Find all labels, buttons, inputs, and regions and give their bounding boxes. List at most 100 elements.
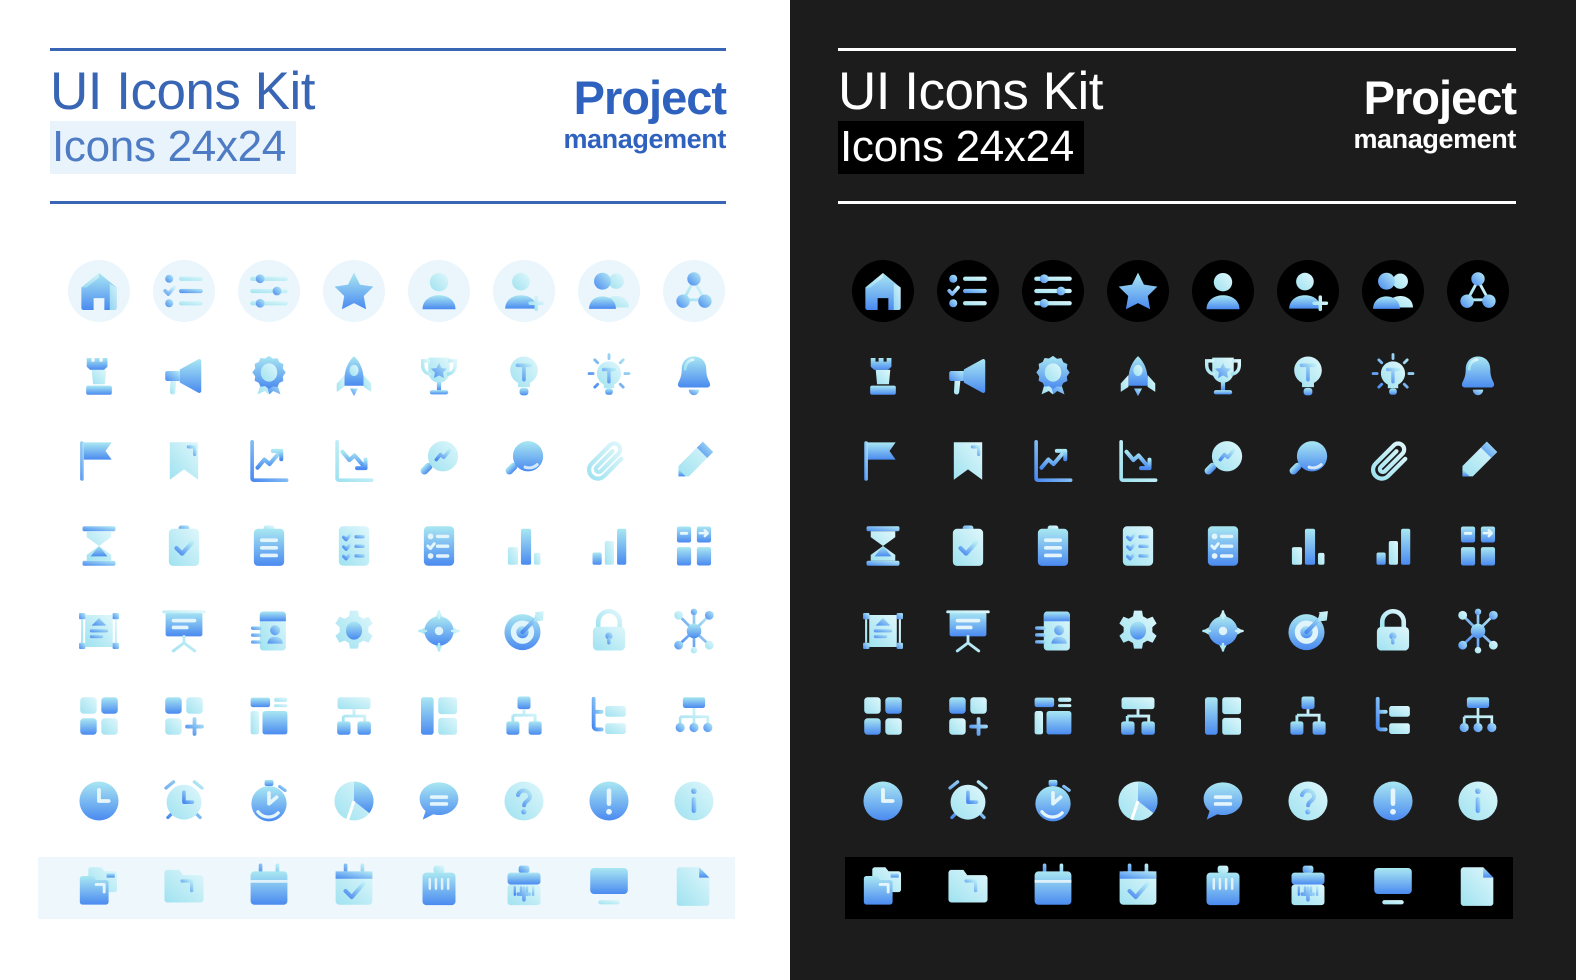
icon-cell-kanban-board[interactable] (1435, 503, 1520, 588)
icon-cell-megaphone[interactable] (925, 333, 1010, 418)
icon-cell-network-nodes[interactable] (1435, 248, 1520, 333)
icon-cell-lock[interactable] (566, 588, 651, 673)
icon-cell-award-badge[interactable] (1010, 333, 1095, 418)
icon-cell-megaphone[interactable] (141, 333, 226, 418)
icon-cell-org-chart[interactable] (1095, 673, 1180, 758)
icon-cell-sliders[interactable] (1010, 248, 1095, 333)
icon-cell-calendar[interactable] (226, 843, 311, 928)
icon-cell-add-widget[interactable] (141, 673, 226, 758)
icon-cell-clipboard-check[interactable] (925, 503, 1010, 588)
icon-cell-paperclip[interactable] (1350, 418, 1435, 503)
icon-cell-briefcase-add[interactable] (481, 843, 566, 928)
icon-cell-crosshair[interactable] (1180, 588, 1265, 673)
icon-cell-info[interactable] (1435, 758, 1520, 843)
icon-cell-target-dart[interactable] (1265, 588, 1350, 673)
icon-cell-bar-chart[interactable] (1265, 503, 1350, 588)
icon-cell-calendar-check[interactable] (1095, 843, 1180, 928)
icon-cell-search[interactable] (481, 418, 566, 503)
icon-cell-alert-exclamation[interactable] (1350, 758, 1435, 843)
icon-cell-bar-chart[interactable] (481, 503, 566, 588)
icon-cell-chess-rook[interactable] (840, 333, 925, 418)
icon-cell-dashboard-grid[interactable] (840, 673, 925, 758)
icon-cell-chart-down[interactable] (1095, 418, 1180, 503)
icon-cell-clipboard-lines[interactable] (1010, 503, 1095, 588)
icon-cell-columns-layout[interactable] (396, 673, 481, 758)
icon-cell-award-badge[interactable] (226, 333, 311, 418)
icon-cell-contact-book[interactable] (226, 588, 311, 673)
icon-cell-rocket[interactable] (311, 333, 396, 418)
icon-cell-crosshair[interactable] (396, 588, 481, 673)
icon-cell-flag[interactable] (840, 418, 925, 503)
icon-cell-search[interactable] (1265, 418, 1350, 503)
icon-cell-calendar-check[interactable] (311, 843, 396, 928)
icon-cell-user[interactable] (396, 248, 481, 333)
icon-cell-bar-chart-rise[interactable] (566, 503, 651, 588)
icon-cell-info[interactable] (651, 758, 736, 843)
icon-cell-clock[interactable] (56, 758, 141, 843)
icon-cell-user-add[interactable] (481, 248, 566, 333)
icon-cell-hierarchy[interactable] (1265, 673, 1350, 758)
icon-cell-checklist-page[interactable] (311, 503, 396, 588)
icon-cell-bookmark[interactable] (141, 418, 226, 503)
icon-cell-org-chart[interactable] (311, 673, 396, 758)
icon-cell-monitor[interactable] (1350, 843, 1435, 928)
icon-cell-folder[interactable] (925, 843, 1010, 928)
icon-cell-sitemap[interactable] (651, 673, 736, 758)
icon-cell-chess-rook[interactable] (56, 333, 141, 418)
icon-cell-scale-document[interactable] (840, 588, 925, 673)
icon-cell-monitor[interactable] (566, 843, 651, 928)
icon-cell-search-analytics[interactable] (1180, 418, 1265, 503)
icon-cell-presentation[interactable] (141, 588, 226, 673)
icon-cell-users-group[interactable] (1350, 248, 1435, 333)
icon-cell-rocket[interactable] (1095, 333, 1180, 418)
icon-cell-checklist[interactable] (925, 248, 1010, 333)
icon-cell-briefcase[interactable] (1180, 843, 1265, 928)
icon-cell-star[interactable] (1095, 248, 1180, 333)
icon-cell-stopwatch[interactable] (226, 758, 311, 843)
icon-cell-columns-layout[interactable] (1180, 673, 1265, 758)
icon-cell-flag[interactable] (56, 418, 141, 503)
icon-cell-pencil-edit[interactable] (1435, 418, 1520, 503)
icon-cell-chart-up[interactable] (1010, 418, 1095, 503)
icon-cell-lightbulb[interactable] (1265, 333, 1350, 418)
icon-cell-lightbulb[interactable] (481, 333, 566, 418)
icon-cell-dashboard-grid[interactable] (56, 673, 141, 758)
icon-cell-hourglass[interactable] (840, 503, 925, 588)
icon-cell-sliders[interactable] (226, 248, 311, 333)
icon-cell-calendar[interactable] (1010, 843, 1095, 928)
icon-cell-lightbulb-idea[interactable] (566, 333, 651, 418)
icon-cell-trophy[interactable] (396, 333, 481, 418)
icon-cell-network-nodes[interactable] (651, 248, 736, 333)
icon-cell-clipboard-lines[interactable] (226, 503, 311, 588)
icon-cell-scale-document[interactable] (56, 588, 141, 673)
icon-cell-gear-settings[interactable] (1095, 588, 1180, 673)
icon-cell-alert-exclamation[interactable] (566, 758, 651, 843)
icon-cell-molecule-network[interactable] (651, 588, 736, 673)
icon-cell-file-document[interactable] (651, 843, 736, 928)
icon-cell-bar-chart-rise[interactable] (1350, 503, 1435, 588)
icon-cell-briefcase-add[interactable] (1265, 843, 1350, 928)
icon-cell-task-list[interactable] (396, 503, 481, 588)
icon-cell-tree-view[interactable] (566, 673, 651, 758)
icon-cell-checklist-page[interactable] (1095, 503, 1180, 588)
icon-cell-layout-blocks[interactable] (1010, 673, 1095, 758)
icon-cell-target-dart[interactable] (481, 588, 566, 673)
icon-cell-users-group[interactable] (566, 248, 651, 333)
icon-cell-search-analytics[interactable] (396, 418, 481, 503)
icon-cell-contact-book[interactable] (1010, 588, 1095, 673)
icon-cell-task-list[interactable] (1180, 503, 1265, 588)
icon-cell-molecule-network[interactable] (1435, 588, 1520, 673)
icon-cell-folder[interactable] (141, 843, 226, 928)
icon-cell-kanban-board[interactable] (651, 503, 736, 588)
icon-cell-hierarchy[interactable] (481, 673, 566, 758)
icon-cell-layout-blocks[interactable] (226, 673, 311, 758)
icon-cell-file-document[interactable] (1435, 843, 1520, 928)
icon-cell-chat-bubble[interactable] (1180, 758, 1265, 843)
icon-cell-home[interactable] (840, 248, 925, 333)
icon-cell-pie-chart[interactable] (311, 758, 396, 843)
icon-cell-stopwatch[interactable] (1010, 758, 1095, 843)
icon-cell-lock[interactable] (1350, 588, 1435, 673)
icon-cell-help-question[interactable] (1265, 758, 1350, 843)
icon-cell-chart-down[interactable] (311, 418, 396, 503)
icon-cell-help-question[interactable] (481, 758, 566, 843)
